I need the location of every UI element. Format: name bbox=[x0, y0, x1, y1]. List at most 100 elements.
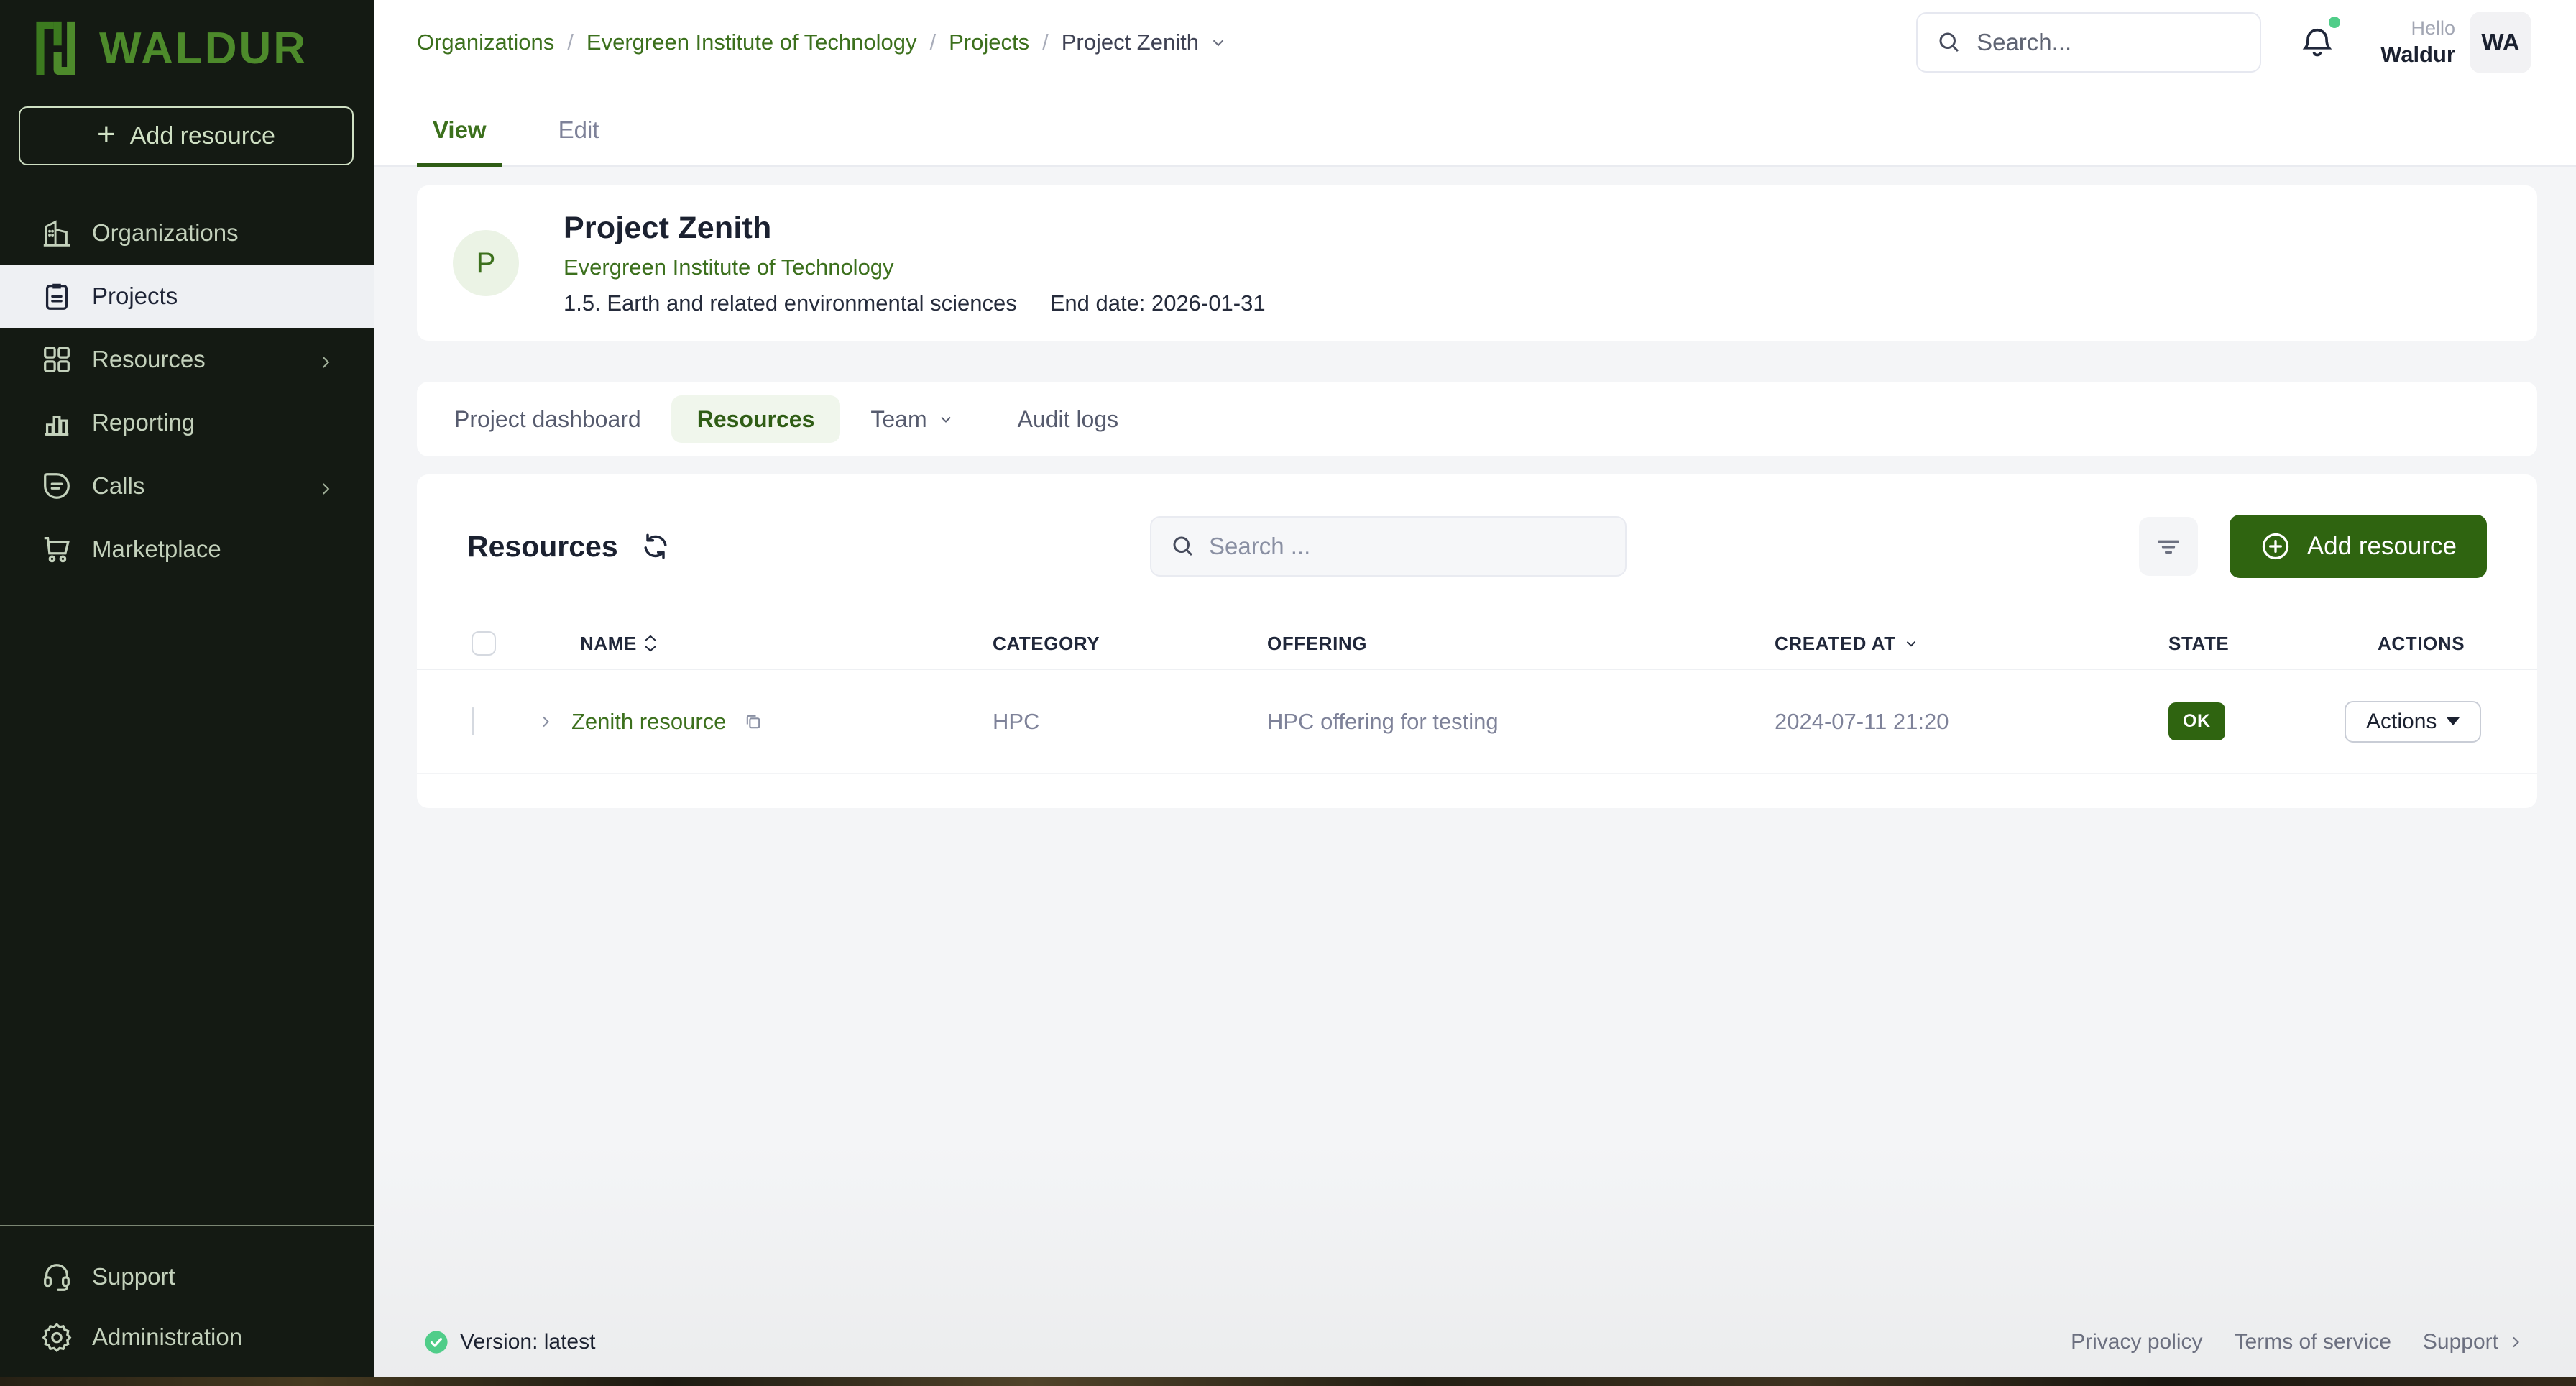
sidebar-item-label: Marketplace bbox=[92, 536, 221, 563]
breadcrumb-projects[interactable]: Projects bbox=[949, 29, 1029, 55]
greeting-label: Hello bbox=[2380, 17, 2455, 41]
global-search[interactable] bbox=[1916, 12, 2261, 73]
breadcrumb-separator: / bbox=[567, 29, 574, 55]
topbar: Organizations / Evergreen Institute of T… bbox=[374, 0, 2576, 85]
column-header-offering[interactable]: OFFERING bbox=[1210, 633, 1717, 655]
resources-search-input[interactable] bbox=[1209, 533, 1606, 560]
resource-offering: HPC offering for testing bbox=[1210, 709, 1717, 735]
refresh-icon bbox=[640, 531, 671, 562]
resource-created-at: 2024-07-11 21:20 bbox=[1717, 709, 2111, 735]
sidebar-item-calls[interactable]: Calls bbox=[0, 454, 374, 518]
column-header-category[interactable]: CATEGORY bbox=[935, 633, 1210, 655]
row-checkbox[interactable] bbox=[472, 707, 474, 735]
plus-circle-icon bbox=[2260, 531, 2291, 562]
breadcrumb-organizations[interactable]: Organizations bbox=[417, 29, 554, 55]
tab-project-dashboard[interactable]: Project dashboard bbox=[436, 406, 660, 433]
expand-row-icon[interactable] bbox=[537, 713, 554, 730]
copy-icon[interactable] bbox=[743, 712, 763, 732]
version-label: Version: latest bbox=[460, 1330, 595, 1354]
column-header-name[interactable]: NAME bbox=[523, 633, 935, 655]
chat-bubble-icon bbox=[40, 469, 73, 502]
user-greeting: Hello Waldur bbox=[2380, 17, 2455, 69]
row-actions-button[interactable]: Actions bbox=[2345, 701, 2481, 743]
resources-toolbar: Resources Add resource bbox=[417, 474, 2537, 618]
sidebar-item-administration[interactable]: Administration bbox=[0, 1307, 374, 1367]
sidebar-item-organizations[interactable]: Organizations bbox=[0, 201, 374, 265]
brand-logo-text: WALDUR bbox=[99, 23, 308, 74]
page-title: Project Zenith bbox=[564, 211, 1266, 246]
tab-view[interactable]: View bbox=[417, 116, 502, 165]
sidebar: WALDUR + Add resource Organizations Proj… bbox=[0, 0, 374, 1386]
notifications-button[interactable] bbox=[2299, 24, 2336, 61]
background-image-strip bbox=[0, 1377, 2576, 1386]
sidebar-item-label: Organizations bbox=[92, 219, 239, 247]
sidebar-item-label: Support bbox=[92, 1263, 175, 1290]
sidebar-item-reporting[interactable]: Reporting bbox=[0, 391, 374, 454]
project-header-card: P Project Zenith Evergreen Institute of … bbox=[417, 185, 2537, 341]
sidebar-item-label: Calls bbox=[92, 472, 144, 500]
breadcrumb-separator: / bbox=[1042, 29, 1049, 55]
chevron-right-icon bbox=[2507, 1334, 2524, 1351]
chevron-right-icon bbox=[316, 350, 335, 369]
sidebar-footer: Support Administration bbox=[0, 1225, 374, 1386]
gear-icon bbox=[40, 1321, 73, 1354]
global-search-input[interactable] bbox=[1977, 29, 2241, 56]
breadcrumb: Organizations / Evergreen Institute of T… bbox=[417, 29, 1228, 55]
resources-card: Resources Add resource bbox=[417, 474, 2537, 808]
sidebar-add-resource-button[interactable]: + Add resource bbox=[19, 106, 354, 165]
sidebar-item-projects[interactable]: Projects bbox=[0, 265, 374, 328]
filter-icon bbox=[2154, 532, 2183, 561]
footer-support-link[interactable]: Support bbox=[2423, 1330, 2524, 1354]
tab-edit[interactable]: Edit bbox=[543, 116, 615, 165]
column-header-created-at[interactable]: CREATED AT bbox=[1717, 633, 2111, 655]
tab-audit-logs[interactable]: Audit logs bbox=[999, 406, 1138, 433]
breadcrumb-organization-name[interactable]: Evergreen Institute of Technology bbox=[586, 29, 917, 55]
resource-category: HPC bbox=[935, 709, 1210, 735]
resources-search[interactable] bbox=[1150, 516, 1627, 577]
chevron-down-icon bbox=[1209, 33, 1228, 52]
breadcrumb-separator: / bbox=[929, 29, 936, 55]
select-all-checkbox[interactable] bbox=[472, 631, 496, 656]
bell-icon bbox=[2299, 24, 2336, 61]
check-circle-icon bbox=[424, 1330, 448, 1354]
waldur-logo-icon bbox=[34, 20, 83, 76]
tab-team-label: Team bbox=[870, 406, 926, 433]
chevron-down-icon bbox=[1903, 635, 1919, 651]
project-end-date: End date: 2026-01-31 bbox=[1050, 290, 1266, 316]
bar-chart-icon bbox=[40, 406, 73, 439]
terms-of-service-link[interactable]: Terms of service bbox=[2235, 1330, 2391, 1354]
refresh-button[interactable] bbox=[640, 531, 671, 562]
tab-resources[interactable]: Resources bbox=[671, 395, 841, 443]
sidebar-item-marketplace[interactable]: Marketplace bbox=[0, 518, 374, 581]
privacy-policy-link[interactable]: Privacy policy bbox=[2071, 1330, 2202, 1354]
breadcrumb-current-label: Project Zenith bbox=[1062, 29, 1199, 55]
sort-icon bbox=[644, 635, 657, 652]
column-header-actions: ACTIONS bbox=[2320, 633, 2537, 655]
search-icon bbox=[1936, 29, 1962, 55]
notification-dot bbox=[2329, 17, 2340, 28]
column-header-state[interactable]: STATE bbox=[2111, 633, 2320, 655]
divider bbox=[0, 1225, 374, 1226]
project-avatar: P bbox=[453, 230, 519, 296]
sidebar-item-label: Reporting bbox=[92, 409, 195, 436]
sidebar-item-support[interactable]: Support bbox=[0, 1247, 374, 1307]
project-tabs-card: Project dashboard Resources Team Audit l… bbox=[417, 382, 2537, 456]
clipboard-icon bbox=[40, 280, 73, 313]
sidebar-item-label: Resources bbox=[92, 346, 206, 373]
brand-logo[interactable]: WALDUR bbox=[34, 16, 374, 81]
avatar-initials: WA bbox=[2481, 29, 2519, 56]
avatar[interactable]: WA bbox=[2470, 12, 2531, 73]
chevron-right-icon bbox=[316, 477, 335, 495]
username-label: Waldur bbox=[2380, 41, 2455, 69]
sidebar-item-resources[interactable]: Resources bbox=[0, 328, 374, 391]
add-resource-label: Add resource bbox=[2307, 532, 2457, 561]
resource-name-link[interactable]: Zenith resource bbox=[571, 709, 726, 735]
breadcrumb-current[interactable]: Project Zenith bbox=[1062, 29, 1228, 55]
resources-title: Resources bbox=[467, 530, 618, 564]
sidebar-item-label: Projects bbox=[92, 283, 178, 310]
add-resource-button[interactable]: Add resource bbox=[2230, 515, 2487, 578]
filter-button[interactable] bbox=[2139, 517, 2198, 576]
tab-team[interactable]: Team bbox=[852, 406, 972, 433]
main-column: Organizations / Evergreen Institute of T… bbox=[374, 0, 2576, 1386]
project-organization-link[interactable]: Evergreen Institute of Technology bbox=[564, 254, 1266, 280]
